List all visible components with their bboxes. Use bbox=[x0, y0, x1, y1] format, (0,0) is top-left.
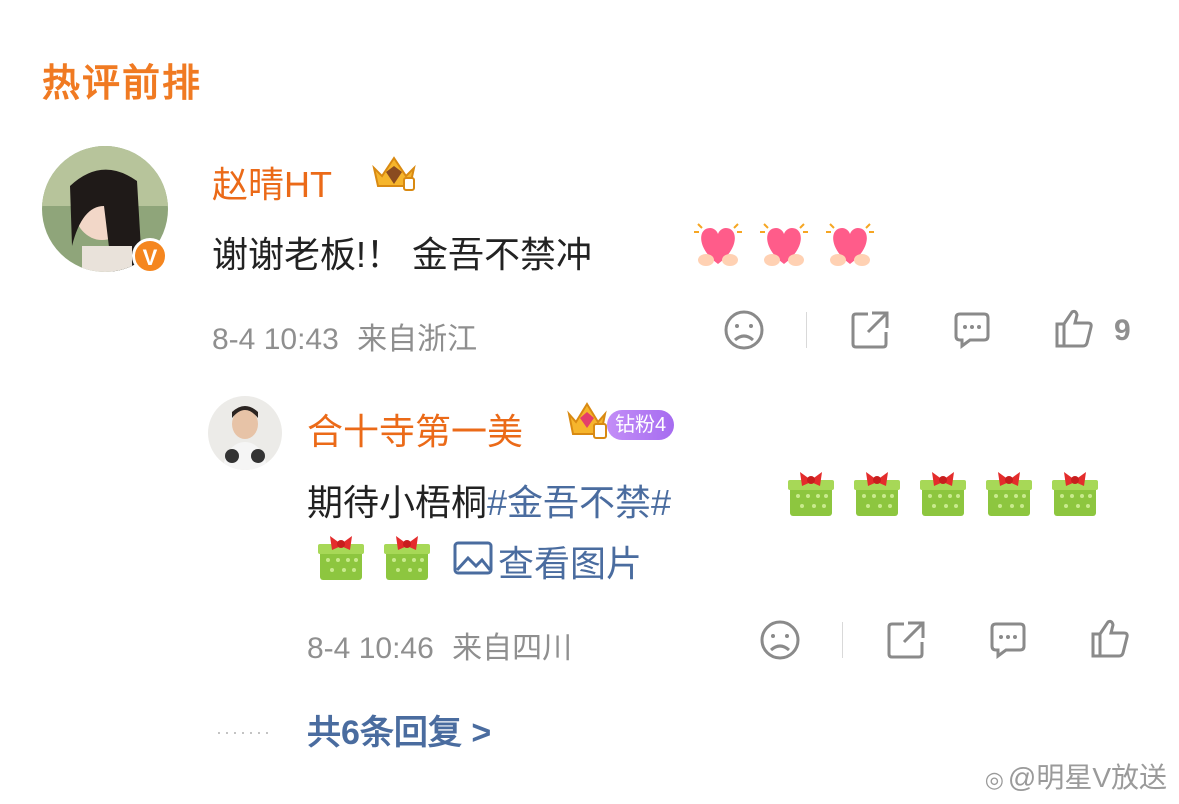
reply-text-prefix: 期待小梧桐 bbox=[307, 482, 488, 523]
comment-icon[interactable] bbox=[950, 308, 994, 357]
dislike-face-icon[interactable] bbox=[758, 618, 802, 667]
like-thumb-icon[interactable] bbox=[1052, 306, 1096, 355]
image-icon[interactable] bbox=[453, 540, 493, 581]
gift-emoji bbox=[382, 530, 432, 587]
weibo-logo-icon: ◎ bbox=[984, 767, 1004, 792]
gift-emoji bbox=[786, 466, 836, 523]
comment-text: 谢谢老板!！ 金吾不禁冲 bbox=[212, 226, 592, 278]
section-title: 热评前排 bbox=[42, 63, 203, 105]
comment-timestamp: 8-4 10:43 bbox=[212, 323, 339, 356]
watermark: ◎ @明星V放送 bbox=[984, 762, 1167, 793]
crown-badge-icon bbox=[566, 400, 608, 447]
dislike-face-icon[interactable] bbox=[722, 308, 766, 357]
verified-badge: V bbox=[132, 238, 168, 274]
reply-username[interactable]: 合十寺第一美 bbox=[307, 403, 523, 455]
heart-hands-emoji bbox=[824, 218, 876, 275]
reply-avatar[interactable] bbox=[208, 396, 282, 470]
gift-emoji bbox=[984, 466, 1034, 523]
more-replies-link[interactable]: 共6条回复 > bbox=[307, 705, 491, 754]
divider bbox=[806, 312, 807, 348]
hashtag-link[interactable]: #金吾不禁# bbox=[487, 482, 671, 523]
thread-dots: ······· bbox=[216, 722, 272, 742]
like-count: 9 bbox=[1114, 314, 1131, 347]
reply-location: 来自四川 bbox=[452, 632, 573, 665]
like-thumb-icon[interactable] bbox=[1088, 616, 1132, 665]
gift-emoji bbox=[918, 466, 968, 523]
view-image-link[interactable]: 查看图片 bbox=[498, 535, 642, 587]
comment-username[interactable]: 赵晴HT bbox=[212, 156, 332, 208]
crown-badge-icon bbox=[370, 154, 418, 199]
fan-badge: 钻粉4 bbox=[607, 410, 675, 440]
reply-timestamp: 8-4 10:46 bbox=[307, 632, 434, 665]
comment-icon[interactable] bbox=[986, 618, 1030, 667]
comment-text-body: 谢谢老板!！ 金吾不禁冲 bbox=[212, 234, 593, 275]
heart-hands-emoji bbox=[758, 218, 810, 275]
gift-emoji bbox=[316, 530, 366, 587]
share-icon[interactable] bbox=[884, 618, 928, 667]
comment-location: 来自浙江 bbox=[357, 323, 478, 356]
reply-meta: 8-4 10:46 来自四川 bbox=[307, 623, 572, 667]
heart-hands-emoji bbox=[692, 218, 744, 275]
reply-text: 期待小梧桐#金吾不禁# bbox=[307, 474, 671, 526]
gift-emoji bbox=[1050, 466, 1100, 523]
comment-meta: 8-4 10:43 来自浙江 bbox=[212, 314, 477, 358]
gift-emoji bbox=[852, 466, 902, 523]
divider bbox=[842, 622, 843, 658]
share-icon[interactable] bbox=[848, 308, 892, 357]
